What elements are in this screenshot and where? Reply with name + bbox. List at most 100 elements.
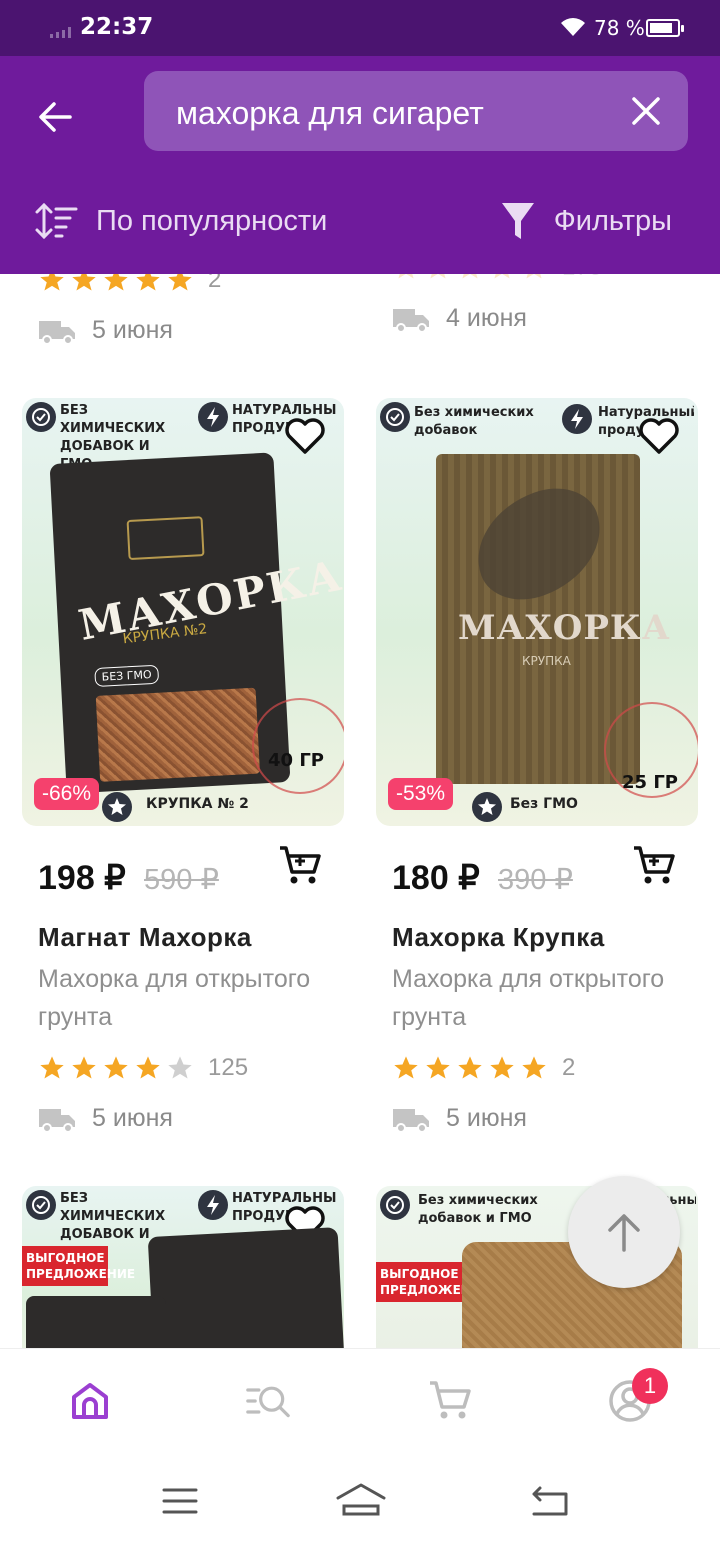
package-title: МАХОРКА (74, 550, 344, 650)
current-price: 180 ₽ (392, 859, 480, 897)
rating-count: 125 (208, 1054, 249, 1081)
star-icon (494, 274, 510, 279)
delivery-info: 4 июня (392, 304, 602, 333)
partial-card-left[interactable]: 2 5 июня (38, 274, 221, 345)
truck-icon (393, 1108, 429, 1133)
price-row: 198 ₽ 590 ₽ (22, 826, 344, 916)
star-icon (104, 274, 128, 291)
signal-icon (50, 27, 71, 38)
promo-label: ВЫГОДНОЕ ПРЕДЛОЖЕНИЕ (22, 1246, 135, 1286)
lightning-icon (198, 1190, 228, 1220)
truck-icon (39, 1108, 75, 1133)
star-icon (104, 1056, 128, 1079)
sort-button[interactable]: По популярности (34, 196, 327, 246)
star-icon-empty (168, 1056, 192, 1079)
home-icon[interactable] (68, 1379, 112, 1423)
weight-label: 25 ГР (622, 772, 678, 793)
delivery-date: 5 июня (92, 316, 173, 344)
delivery-info: 5 июня (38, 316, 221, 345)
profile-notification-badge: 1 (632, 1368, 668, 1404)
star-circle-icon (102, 792, 132, 822)
package-logo (126, 516, 205, 561)
home-system-icon[interactable] (336, 1482, 386, 1518)
product-image[interactable]: Без химических добавок Натуральный проду… (376, 398, 698, 826)
check-circle-icon (380, 1190, 410, 1220)
delivery-date: 5 июня (446, 1104, 527, 1132)
cart-icon[interactable] (428, 1379, 472, 1423)
menu-icon[interactable] (162, 1486, 198, 1516)
delivery-date: 5 июня (92, 1104, 173, 1132)
back-arrow-icon[interactable] (30, 92, 80, 142)
check-circle-icon (26, 1190, 56, 1220)
heart-icon[interactable] (284, 416, 326, 456)
product-title[interactable]: Магнат Махорка (38, 922, 252, 953)
status-time: 22:37 (80, 14, 154, 40)
product-package-secondary (26, 1296, 166, 1348)
weight-label: 40 ГР (268, 750, 324, 771)
rating-stars: 170 (392, 274, 602, 282)
scroll-to-top-button[interactable] (568, 1176, 680, 1288)
delivery-info: 5 июня (38, 1104, 173, 1133)
star-icon (72, 274, 96, 291)
discount-badge: -66% (34, 778, 100, 810)
package-subtitle: КРУПКА (522, 654, 571, 668)
catalog-search-icon[interactable] (246, 1379, 290, 1423)
star-icon (458, 1056, 482, 1079)
check-circle-icon (26, 402, 56, 432)
product-title[interactable]: Махорка Крупка (392, 922, 605, 953)
product-image[interactable]: БЕЗ ХИМИЧЕСКИХ ДОБАВОК И ГМО НАТУРАЛЬНЫЙ… (22, 1186, 344, 1348)
product-card[interactable]: Без химических добавок Натуральный проду… (376, 398, 698, 1133)
truck-icon (39, 320, 75, 345)
quality-stamp (252, 698, 344, 794)
star-icon (394, 1056, 418, 1079)
rating-stars: 125 (38, 1054, 248, 1082)
filter-button[interactable]: Фильтры (500, 196, 672, 246)
status-bar: 22:37 78 % (0, 0, 720, 56)
app-screen: 22:37 78 % махорка для сигарет По популя… (0, 0, 720, 1544)
sort-label: По популярности (96, 204, 328, 237)
heart-icon[interactable] (638, 416, 680, 456)
star-icon (462, 274, 478, 279)
star-icon (430, 274, 446, 279)
star-icon (40, 274, 64, 291)
star-icon (136, 1056, 160, 1079)
product-card[interactable]: БЕЗ ХИМИЧЕСКИХ ДОБАВОК И ГМО НАТУРАЛЬНЫЙ… (22, 398, 344, 1133)
image-top-left-text: Без химических добавок (414, 405, 534, 438)
product-category: Махорка для открытого грунта (392, 965, 665, 1031)
clear-icon[interactable] (628, 93, 664, 129)
price-row: 180 ₽ 390 ₽ (376, 826, 698, 916)
search-input[interactable]: махорка для сигарет (144, 71, 688, 151)
search-query[interactable]: махорка для сигарет (176, 95, 484, 132)
package-tag: БЕЗ ГМО (94, 664, 160, 687)
bottom-navigation (0, 1348, 720, 1458)
sort-icon (35, 202, 78, 240)
system-navigation-bar (0, 1458, 720, 1544)
lightning-icon (562, 404, 592, 434)
rating-count: 2 (208, 274, 222, 293)
product-image[interactable]: БЕЗ ХИМИЧЕСКИХ ДОБАВОК И ГМО НАТУРАЛЬНЫЙ… (22, 398, 344, 826)
rating-count: 170 (562, 274, 602, 282)
old-price: 390 ₽ (498, 864, 573, 896)
back-system-icon[interactable] (530, 1484, 570, 1518)
add-to-cart-icon[interactable] (632, 844, 676, 888)
image-bottom-text: Без ГМО (510, 796, 578, 812)
product-package (147, 1227, 344, 1348)
star-icon (136, 274, 160, 291)
battery-icon (646, 19, 684, 37)
discount-badge: -53% (388, 778, 454, 810)
star-icon (426, 1056, 450, 1079)
star-circle-icon (472, 792, 502, 822)
package-window (95, 687, 260, 782)
package-leaf (460, 474, 618, 614)
star-icon (490, 1056, 514, 1079)
add-to-cart-icon[interactable] (278, 844, 322, 888)
star-icon (40, 1056, 64, 1079)
rating-stars: 2 (38, 274, 221, 294)
partial-card-right[interactable]: 170 4 июня (392, 274, 602, 333)
product-category: Махорка для открытого грунта (38, 965, 311, 1031)
star-icon (526, 274, 542, 279)
star-icon (168, 274, 192, 291)
lightning-icon (198, 402, 228, 432)
star-icon (522, 1056, 546, 1079)
product-card[interactable]: БЕЗ ХИМИЧЕСКИХ ДОБАВОК И ГМО НАТУРАЛЬНЫЙ… (22, 1186, 344, 1348)
